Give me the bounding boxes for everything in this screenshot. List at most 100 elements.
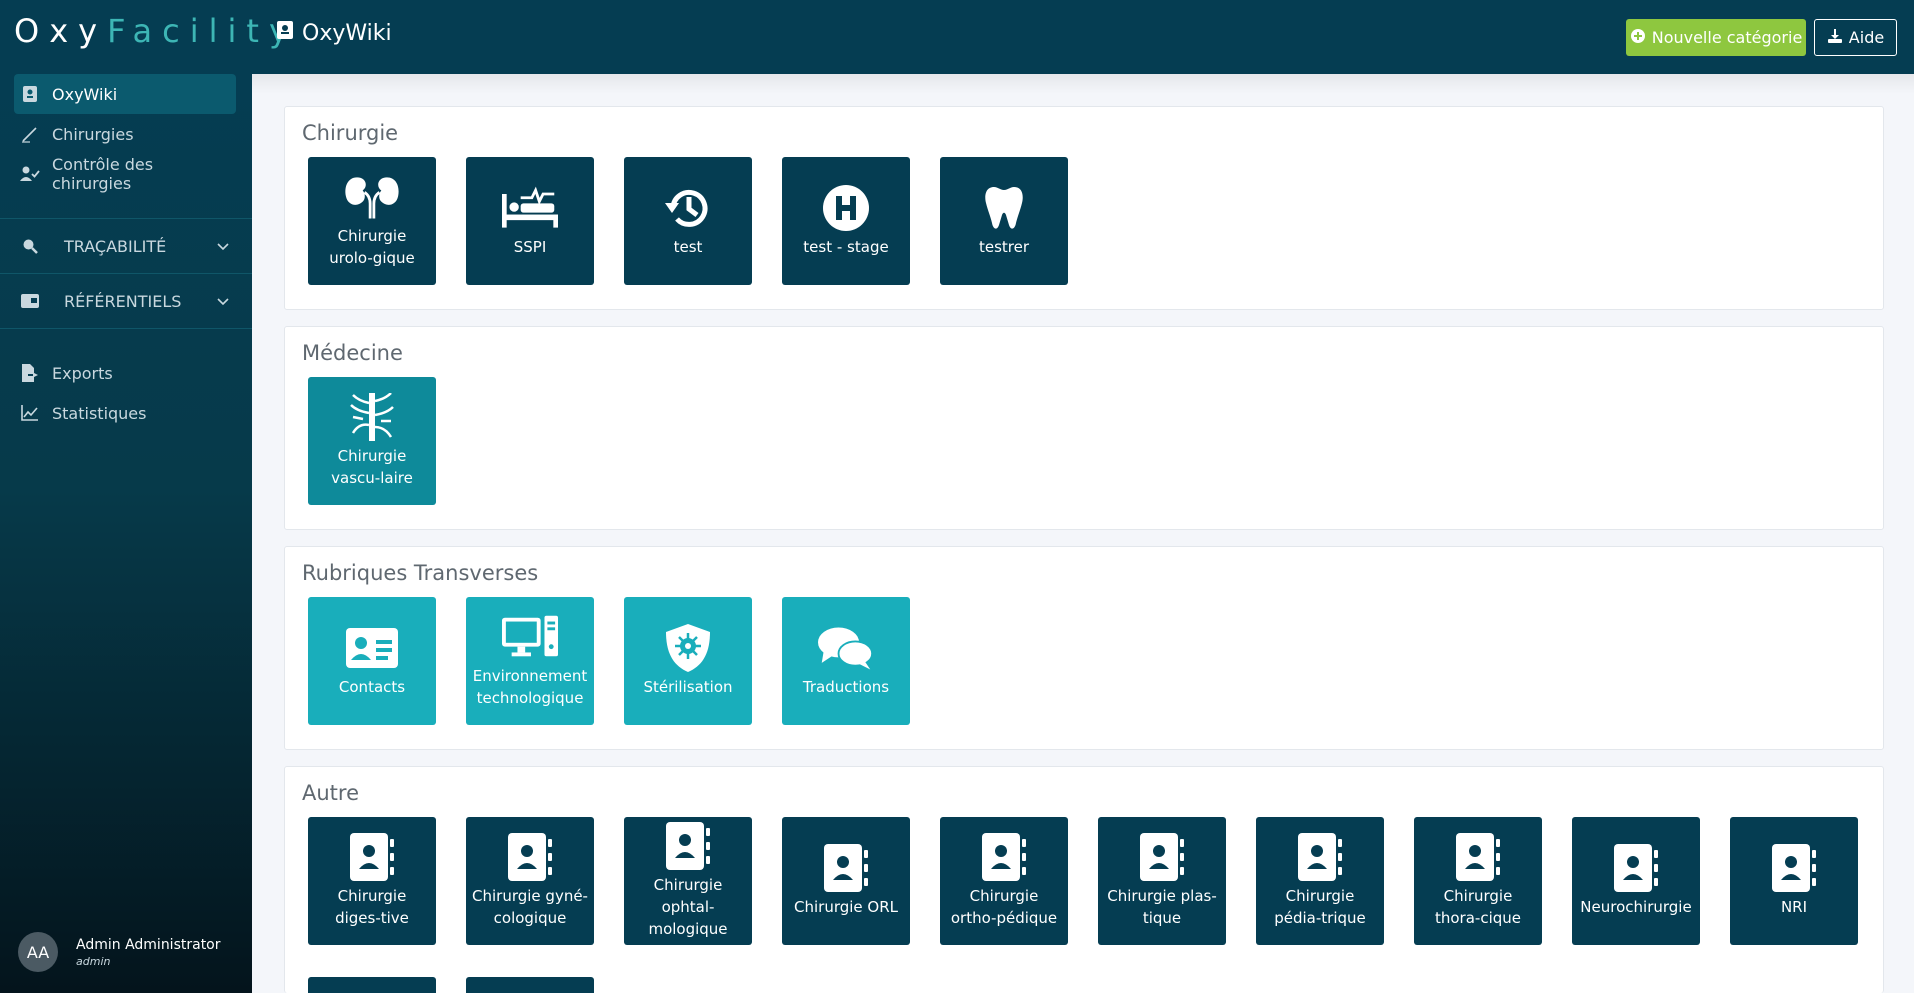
sidebar-group-label: RÉFÉRENTIELS xyxy=(64,291,182,311)
category-tile[interactable]: Chirurgie gyné-cologique xyxy=(466,817,594,945)
category-tile[interactable]: Chirurgie pédia-trique xyxy=(1256,817,1384,945)
category-tile-label: Chirurgie vascu-laire xyxy=(331,447,413,487)
speech-bubbles-icon xyxy=(818,624,874,672)
category-tile-partial[interactable] xyxy=(466,977,594,993)
category-tile[interactable]: NRI xyxy=(1730,817,1858,945)
sidebar-item-label: Chirurgies xyxy=(52,124,134,144)
sidebar-group-label: TRAÇABILITÉ xyxy=(64,236,167,256)
category-tile[interactable]: Environnement technologique xyxy=(466,597,594,725)
sidebar-item-label: Statistiques xyxy=(52,403,147,423)
category-tile-label: test xyxy=(673,238,703,256)
file-export-icon xyxy=(20,363,40,383)
shield-virus-icon xyxy=(660,624,716,672)
section-title: Chirurgie xyxy=(302,121,399,145)
category-tile[interactable]: Chirurgie ophtal-mologique xyxy=(624,817,752,945)
category-tile[interactable]: Chirurgie plas-tique xyxy=(1098,817,1226,945)
line-chart-icon xyxy=(20,403,40,423)
chevron-down-icon xyxy=(216,294,230,308)
hospital-h-icon xyxy=(818,184,874,232)
category-tile-label: Chirurgie pédia-trique xyxy=(1274,887,1366,927)
category-tile[interactable]: test xyxy=(624,157,752,285)
sidebar-group-tracabilite[interactable]: TRAÇABILITÉ xyxy=(0,219,252,273)
sidebar-item-statistiques[interactable]: Statistiques xyxy=(14,393,236,433)
sidebar-group-referentiels[interactable]: RÉFÉRENTIELS xyxy=(0,274,252,328)
category-tile[interactable]: Chirurgie ortho-pédique xyxy=(940,817,1068,945)
user-role: admin xyxy=(76,954,111,968)
category-tile-label: Contacts xyxy=(338,678,406,696)
kidneys-icon xyxy=(344,173,400,221)
address-book-icon xyxy=(1292,833,1348,881)
category-tile[interactable]: Contacts xyxy=(308,597,436,725)
wiki-book-icon xyxy=(276,20,294,46)
logo[interactable]: OxyFacility xyxy=(14,12,298,50)
category-tile[interactable]: Chirurgie vascu-laire xyxy=(308,377,436,505)
section-card-medecine: Médecine Chirurgie vascu-laire xyxy=(284,326,1884,530)
category-tile-label: Chirurgie plas-tique xyxy=(1107,887,1217,927)
sidebar-item-label: Exports xyxy=(52,363,113,383)
avatar: AA xyxy=(18,932,58,972)
new-category-button[interactable]: Nouvelle catégorie xyxy=(1626,19,1806,56)
sidebar-item-label: Contrôle des chirurgies xyxy=(52,155,154,193)
logo-part-oxy: Oxy xyxy=(14,12,108,50)
section-title: Médecine xyxy=(302,341,403,365)
page-title: OxyWiki xyxy=(276,20,392,46)
category-tile[interactable]: testrer xyxy=(940,157,1068,285)
help-label: Aide xyxy=(1848,28,1885,47)
vascular-tree-icon xyxy=(344,393,400,441)
category-tile[interactable]: test - stage xyxy=(782,157,910,285)
sidebar-item-chirurgies[interactable]: Chirurgies xyxy=(14,114,236,154)
contact-card-icon xyxy=(344,624,400,672)
section-title: Rubriques Transverses xyxy=(302,561,539,585)
section-card-autre: Autre Chirurgie diges-tive Chirurgie gyn… xyxy=(284,766,1884,993)
category-tile-label: Environnement technologique xyxy=(472,667,588,707)
address-book-icon xyxy=(818,844,874,892)
id-card-icon xyxy=(20,291,40,311)
category-tile[interactable]: Neurochirurgie xyxy=(1572,817,1700,945)
category-tile[interactable]: Chirurgie urolo-gique xyxy=(308,157,436,285)
download-icon xyxy=(1827,28,1843,48)
category-tile[interactable]: Chirurgie ORL xyxy=(782,817,910,945)
plus-circle-icon xyxy=(1630,28,1646,48)
search-icon xyxy=(20,236,40,256)
category-tile-label: Stérilisation xyxy=(643,678,733,696)
category-tile-label: NRI xyxy=(1780,898,1808,916)
address-book-icon xyxy=(502,833,558,881)
category-tile-label: Chirurgie thora-cique xyxy=(1434,887,1521,927)
category-tile-label: test - stage xyxy=(803,238,889,256)
sidebar-item-label: OxyWiki xyxy=(52,84,118,104)
tooth-icon xyxy=(976,184,1032,232)
top-bar: OxyFacility OxyWiki Nouvelle catégorie A… xyxy=(0,0,1914,74)
sidebar-item-exports[interactable]: Exports xyxy=(14,353,236,393)
category-tile[interactable]: Traductions xyxy=(782,597,910,725)
category-tile-label: Chirurgie ophtal-mologique xyxy=(648,876,728,938)
user-profile[interactable]: AA Admin Administrator admin xyxy=(18,932,221,972)
sidebar: OxyWiki Chirurgies Contrôle des chirurgi… xyxy=(0,74,252,993)
address-book-icon xyxy=(976,833,1032,881)
user-name: Admin Administrator xyxy=(76,936,221,953)
category-tile-label: testrer xyxy=(978,238,1030,256)
address-book-icon xyxy=(1766,844,1822,892)
chevron-down-icon xyxy=(216,239,230,253)
wiki-book-icon xyxy=(20,84,40,104)
category-tile-label: Chirurgie ortho-pédique xyxy=(950,887,1058,927)
scalpel-icon xyxy=(20,124,40,144)
category-tile[interactable]: Stérilisation xyxy=(624,597,752,725)
category-tile[interactable]: SSPI xyxy=(466,157,594,285)
hospital-bed-pulse-icon xyxy=(502,184,558,232)
category-tile-label: Chirurgie urolo-gique xyxy=(329,227,415,267)
category-tile-label: Neurochirurgie xyxy=(1580,898,1692,916)
category-tile-label: Chirurgie diges-tive xyxy=(335,887,409,927)
address-book-icon xyxy=(1608,844,1664,892)
sidebar-item-controle[interactable]: Contrôle des chirurgies xyxy=(14,154,236,194)
help-button[interactable]: Aide xyxy=(1814,19,1897,56)
header-shadow xyxy=(252,74,1914,94)
category-tile[interactable]: Chirurgie diges-tive xyxy=(308,817,436,945)
sidebar-divider xyxy=(0,328,252,329)
category-tile-partial[interactable] xyxy=(308,977,436,993)
sidebar-item-oxywiki[interactable]: OxyWiki xyxy=(14,74,236,114)
category-tile[interactable]: Chirurgie thora-cique xyxy=(1414,817,1542,945)
address-book-icon xyxy=(344,833,400,881)
category-tile-label: Traductions xyxy=(802,678,890,696)
computer-icon xyxy=(502,613,558,661)
section-card-rubriques-transverses: Rubriques Transverses Contacts Environne… xyxy=(284,546,1884,750)
